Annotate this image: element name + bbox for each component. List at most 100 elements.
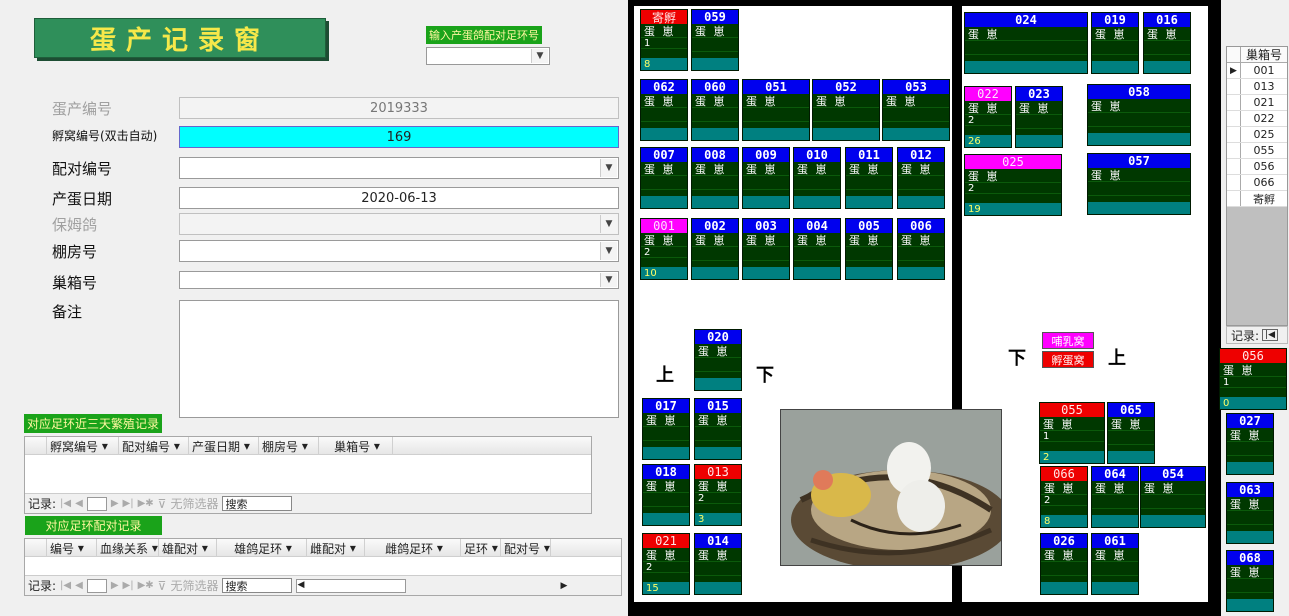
sub2-col-ring[interactable]: 足环 ▾	[461, 539, 501, 557]
chevron-down-icon[interactable]: ▼	[600, 273, 617, 287]
nest-card-006[interactable]: 006 蛋 崽	[897, 218, 945, 280]
nest-card-022[interactable]: 022 蛋 崽 2 26	[964, 86, 1012, 148]
sub1-col-box[interactable]: 巢箱号 ▾	[319, 437, 393, 455]
nest-card-063[interactable]: 063 蛋 崽	[1226, 482, 1274, 544]
first-record-icon[interactable]: |◀	[1262, 329, 1279, 341]
last-record-icon[interactable]: ▶|	[123, 580, 134, 591]
chevron-down-icon[interactable]: ▼	[600, 215, 617, 233]
list-item[interactable]: 022	[1227, 111, 1287, 127]
chevron-down-icon[interactable]: ▼	[600, 242, 617, 260]
new-record-icon[interactable]: ▶✱	[138, 580, 154, 591]
nest-card-051[interactable]: 051 蛋 崽	[742, 79, 810, 141]
list-item[interactable]: 056	[1227, 159, 1287, 175]
no-filter-label[interactable]: 无筛选器	[170, 495, 218, 512]
loft-combo[interactable]: ▼	[179, 240, 619, 262]
next-record-icon[interactable]: ▶	[111, 498, 119, 509]
horizontal-scrollbar[interactable]: ◀	[296, 578, 407, 593]
filter-icon[interactable]: ⊽	[158, 579, 167, 593]
sub2-col-female-pair[interactable]: 雌配对 ▾	[307, 539, 365, 557]
sub1-col-pair[interactable]: 配对编号 ▾	[119, 437, 189, 455]
nest-card-008[interactable]: 008 蛋 崽	[691, 147, 739, 209]
sub2-col-blood[interactable]: 血缘关系 ▾	[97, 539, 159, 557]
prev-record-icon[interactable]: ◀	[75, 580, 83, 591]
sub2-col-pairno[interactable]: 配对号 ▾	[501, 539, 551, 557]
nest-card-023[interactable]: 023 蛋 崽	[1015, 86, 1063, 148]
nest-box-combo[interactable]: ▼	[179, 271, 619, 289]
record-number-input[interactable]	[86, 578, 107, 593]
first-record-icon[interactable]: |◀	[60, 498, 71, 509]
nest-card-001[interactable]: 001 蛋 崽 2 10	[640, 218, 688, 280]
select-all-corner[interactable]	[25, 539, 47, 557]
search-input[interactable]: 搜索	[222, 496, 293, 511]
sub2-datasheet[interactable]: 编号 ▾ 血缘关系 ▾ 雄配对 ▾ 雄鸽足环 ▾ 雌配对 ▾ 雌鸽足环 ▾ 足环…	[24, 538, 622, 596]
nest-card-066[interactable]: 066 蛋 崽2 8	[1040, 466, 1088, 528]
sub2-col-male-ring[interactable]: 雄鸽足环 ▾	[217, 539, 307, 557]
nest-card-054[interactable]: 054 蛋 崽	[1140, 466, 1206, 528]
list-item[interactable]: ▶ 001	[1227, 63, 1287, 79]
nest-card-012[interactable]: 012 蛋 崽	[897, 147, 945, 209]
row-selector[interactable]	[1227, 191, 1241, 206]
first-record-icon[interactable]: |◀	[60, 580, 71, 591]
nest-no-field[interactable]: 169	[179, 126, 619, 148]
nest-card-jf[interactable]: 寄孵蛋 崽1 8	[640, 9, 688, 71]
chevron-down-icon[interactable]: ▼	[600, 159, 617, 177]
sub1-col-loft[interactable]: 棚房号 ▾	[259, 437, 319, 455]
nest-card-013[interactable]: 013 蛋 崽2 3	[694, 464, 742, 526]
pair-ring-combo[interactable]: ▼	[426, 47, 550, 65]
record-number-input[interactable]	[86, 496, 107, 511]
row-selector[interactable]	[1227, 95, 1241, 110]
nest-card-064[interactable]: 064 蛋 崽	[1091, 466, 1139, 528]
pair-no-combo[interactable]: ▼	[179, 157, 619, 179]
nest-card-002[interactable]: 002 蛋 崽	[691, 218, 739, 280]
sub1-datasheet[interactable]: 孵窝编号 ▾ 配对编号 ▾ 产蛋日期 ▾ 棚房号 ▾ 巢箱号 ▾ 记录: |◀ …	[24, 436, 592, 514]
nest-card-027[interactable]: 027 蛋 崽	[1226, 413, 1274, 475]
sub2-col-male-pair[interactable]: 雄配对 ▾	[159, 539, 217, 557]
search-input[interactable]: 搜索	[222, 578, 293, 593]
nest-card-065[interactable]: 065 蛋 崽	[1107, 402, 1155, 464]
nest-card-061[interactable]: 061 蛋 崽	[1091, 533, 1139, 595]
nest-card-068[interactable]: 068 蛋 崽	[1226, 550, 1274, 612]
list-item[interactable]: 寄孵	[1227, 191, 1287, 207]
nest-card-007[interactable]: 007 蛋 崽	[640, 147, 688, 209]
nest-card-010[interactable]: 010 蛋 崽	[793, 147, 841, 209]
prev-record-icon[interactable]: ◀	[75, 498, 83, 509]
nest-card-056[interactable]: 056 蛋 崽1 0	[1219, 348, 1287, 410]
lay-date-field[interactable]: 2020-06-13	[179, 187, 619, 209]
row-selector[interactable]	[1227, 175, 1241, 190]
nest-card-003[interactable]: 003 蛋 崽	[742, 218, 790, 280]
current-record-icon[interactable]: ▶	[1227, 63, 1241, 78]
nest-card-052[interactable]: 052 蛋 崽	[812, 79, 880, 141]
list-item[interactable]: 021	[1227, 95, 1287, 111]
nest-card-020[interactable]: 020 蛋 崽	[694, 329, 742, 391]
list-item[interactable]: 013	[1227, 79, 1287, 95]
nest-card-057[interactable]: 057 蛋 崽	[1087, 153, 1191, 215]
row-selector[interactable]	[1227, 159, 1241, 174]
row-selector[interactable]	[1227, 79, 1241, 94]
list-item[interactable]: 025	[1227, 127, 1287, 143]
filter-icon[interactable]: ⊽	[158, 497, 167, 511]
nest-card-021[interactable]: 021 蛋 崽 2 15	[642, 533, 690, 595]
row-selector[interactable]	[1227, 143, 1241, 158]
nest-card-014[interactable]: 014 蛋 崽	[694, 533, 742, 595]
no-filter-label[interactable]: 无筛选器	[170, 577, 218, 594]
list-item[interactable]: 055	[1227, 143, 1287, 159]
nest-card-019[interactable]: 019 蛋 崽	[1091, 12, 1139, 74]
nest-card-060[interactable]: 060 蛋 崽	[691, 79, 739, 141]
egg-no-field[interactable]: 2019333	[179, 97, 619, 119]
nest-card-026[interactable]: 026 蛋 崽	[1040, 533, 1088, 595]
sub1-col-nest[interactable]: 孵窝编号 ▾	[47, 437, 119, 455]
nanny-combo[interactable]: ▼	[179, 213, 619, 235]
scroll-right-icon[interactable]: ▶	[560, 581, 567, 591]
select-all-corner[interactable]	[25, 437, 47, 455]
nest-card-018[interactable]: 018 蛋 崽	[642, 464, 690, 526]
nest-card-015[interactable]: 015 蛋 崽	[694, 398, 742, 460]
sub1-col-date[interactable]: 产蛋日期 ▾	[189, 437, 259, 455]
nest-card-011[interactable]: 011 蛋 崽	[845, 147, 893, 209]
next-record-icon[interactable]: ▶	[111, 580, 119, 591]
nest-card-024[interactable]: 024 蛋 崽	[964, 12, 1088, 74]
nest-card-009[interactable]: 009 蛋 崽	[742, 147, 790, 209]
nest-card-016[interactable]: 016 蛋 崽	[1143, 12, 1191, 74]
nest-card-025[interactable]: 025 蛋 崽 2 19	[964, 154, 1062, 216]
nest-card-055[interactable]: 055 蛋 崽1 2	[1039, 402, 1105, 464]
nest-card-005[interactable]: 005 蛋 崽	[845, 218, 893, 280]
